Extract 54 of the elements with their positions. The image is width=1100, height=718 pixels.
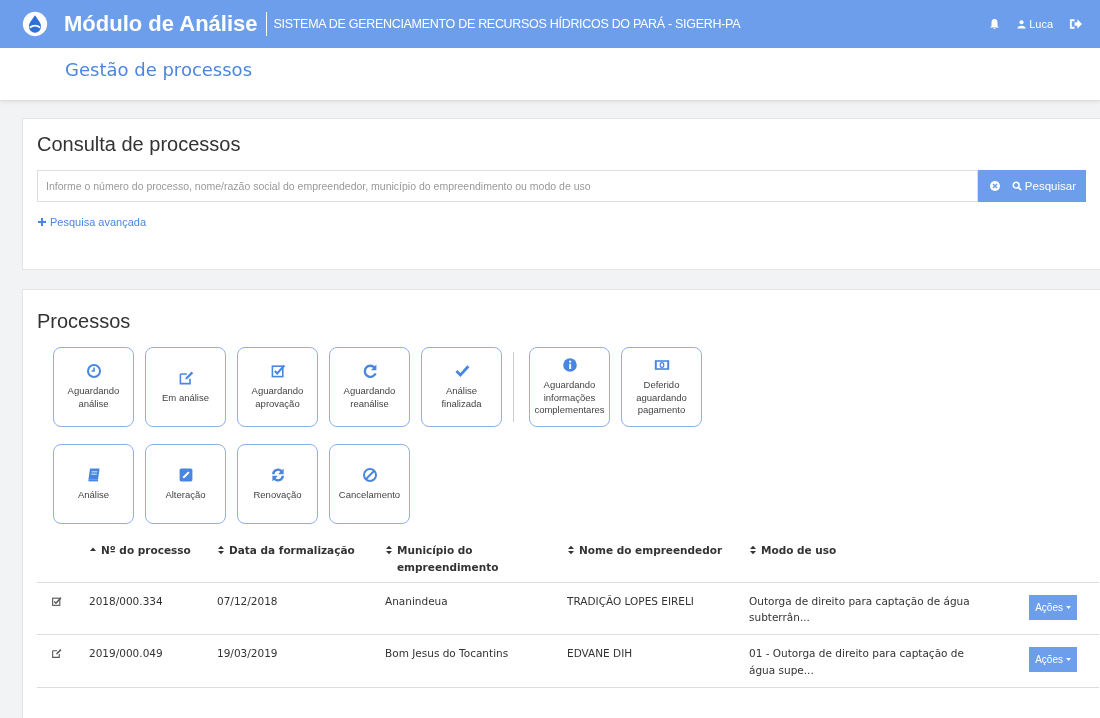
book-icon bbox=[85, 466, 102, 483]
filter-button[interactable]: Deferido aguardando pagamento bbox=[621, 347, 702, 427]
user-icon bbox=[1017, 19, 1027, 29]
info-icon bbox=[561, 356, 578, 373]
bell-icon[interactable] bbox=[988, 18, 1002, 30]
table-cell: 2019/000.049 bbox=[89, 647, 163, 660]
water-drop-logo-icon bbox=[22, 11, 48, 37]
table-cell: 01 - Outorga de direito para captação de água supe... bbox=[749, 647, 964, 676]
advanced-search-link[interactable]: Pesquisa avançada bbox=[37, 216, 146, 228]
checkbox-icon bbox=[51, 595, 62, 607]
caret-icon bbox=[1066, 605, 1071, 609]
pencil-square-icon bbox=[177, 466, 194, 483]
clear-icon[interactable] bbox=[989, 181, 1000, 191]
logout-icon[interactable] bbox=[1069, 18, 1082, 30]
filter-button[interactable]: Renovação bbox=[237, 444, 318, 524]
app-title: Módulo de Análise bbox=[64, 12, 267, 36]
card-title: Processos bbox=[37, 310, 132, 333]
search-icon bbox=[1011, 181, 1022, 191]
table-cell: TRADIÇÃO LOPES EIRELI bbox=[567, 594, 694, 607]
system-name: SISTEMA DE GERENCIAMENTO DE RECURSOS HÍDRICOS DO PARÁ - SIGERH-PA bbox=[273, 17, 741, 31]
table-cell: Bom Jesus do Tocantins bbox=[385, 647, 509, 660]
page-title: Gestão de processos bbox=[65, 58, 252, 80]
table-cell: EDVANE DIH bbox=[567, 647, 633, 660]
filter-button[interactable]: Aguardando aprovação bbox=[237, 347, 318, 427]
column-header[interactable]: Nome do empreendedor bbox=[567, 542, 723, 559]
redo-icon bbox=[361, 363, 378, 380]
check-icon bbox=[453, 363, 470, 380]
checkbox-icon bbox=[269, 363, 286, 380]
column-header[interactable]: Nº do processo bbox=[89, 542, 191, 559]
search-field[interactable]: Informe o número do processo, nome/razão social do empreendedor, município do empreendimento ou modo de uso bbox=[37, 170, 978, 202]
clock-icon bbox=[85, 363, 102, 380]
column-header[interactable]: Município do empreendimento bbox=[385, 542, 505, 576]
filter-button[interactable]: Cancelamento bbox=[329, 444, 410, 524]
filter-button[interactable]: Aguardando reanálise bbox=[329, 347, 410, 427]
edit-icon bbox=[177, 369, 194, 386]
table-cell: 07/12/2018 bbox=[217, 594, 278, 607]
edit-icon bbox=[51, 648, 62, 660]
card-title: Consulta de processos bbox=[37, 133, 242, 156]
table-cell: 19/03/2019 bbox=[217, 647, 278, 660]
filter-button[interactable]: Alteração bbox=[145, 444, 226, 524]
table-cell: Outorga de direito para captação de água subterrân... bbox=[749, 594, 970, 624]
column-header[interactable]: Data da formalização bbox=[217, 542, 355, 559]
table-cell: 2018/000.334 bbox=[89, 594, 163, 607]
filter-button[interactable]: Aguardando informações complementares bbox=[529, 347, 610, 427]
ban-icon bbox=[361, 466, 378, 483]
plus-icon bbox=[37, 217, 47, 227]
filter-button[interactable]: Em análise bbox=[145, 347, 226, 427]
filter-button[interactable]: Aguardando análise bbox=[53, 347, 134, 427]
table-cell: Ananindeua bbox=[385, 594, 448, 607]
column-header[interactable]: Modo de uso bbox=[749, 542, 837, 559]
caret-icon bbox=[1066, 658, 1071, 662]
filter-button[interactable]: Análise finalizada bbox=[421, 347, 502, 427]
refresh-icon bbox=[269, 466, 286, 483]
filter-button[interactable]: Análise bbox=[53, 444, 134, 524]
